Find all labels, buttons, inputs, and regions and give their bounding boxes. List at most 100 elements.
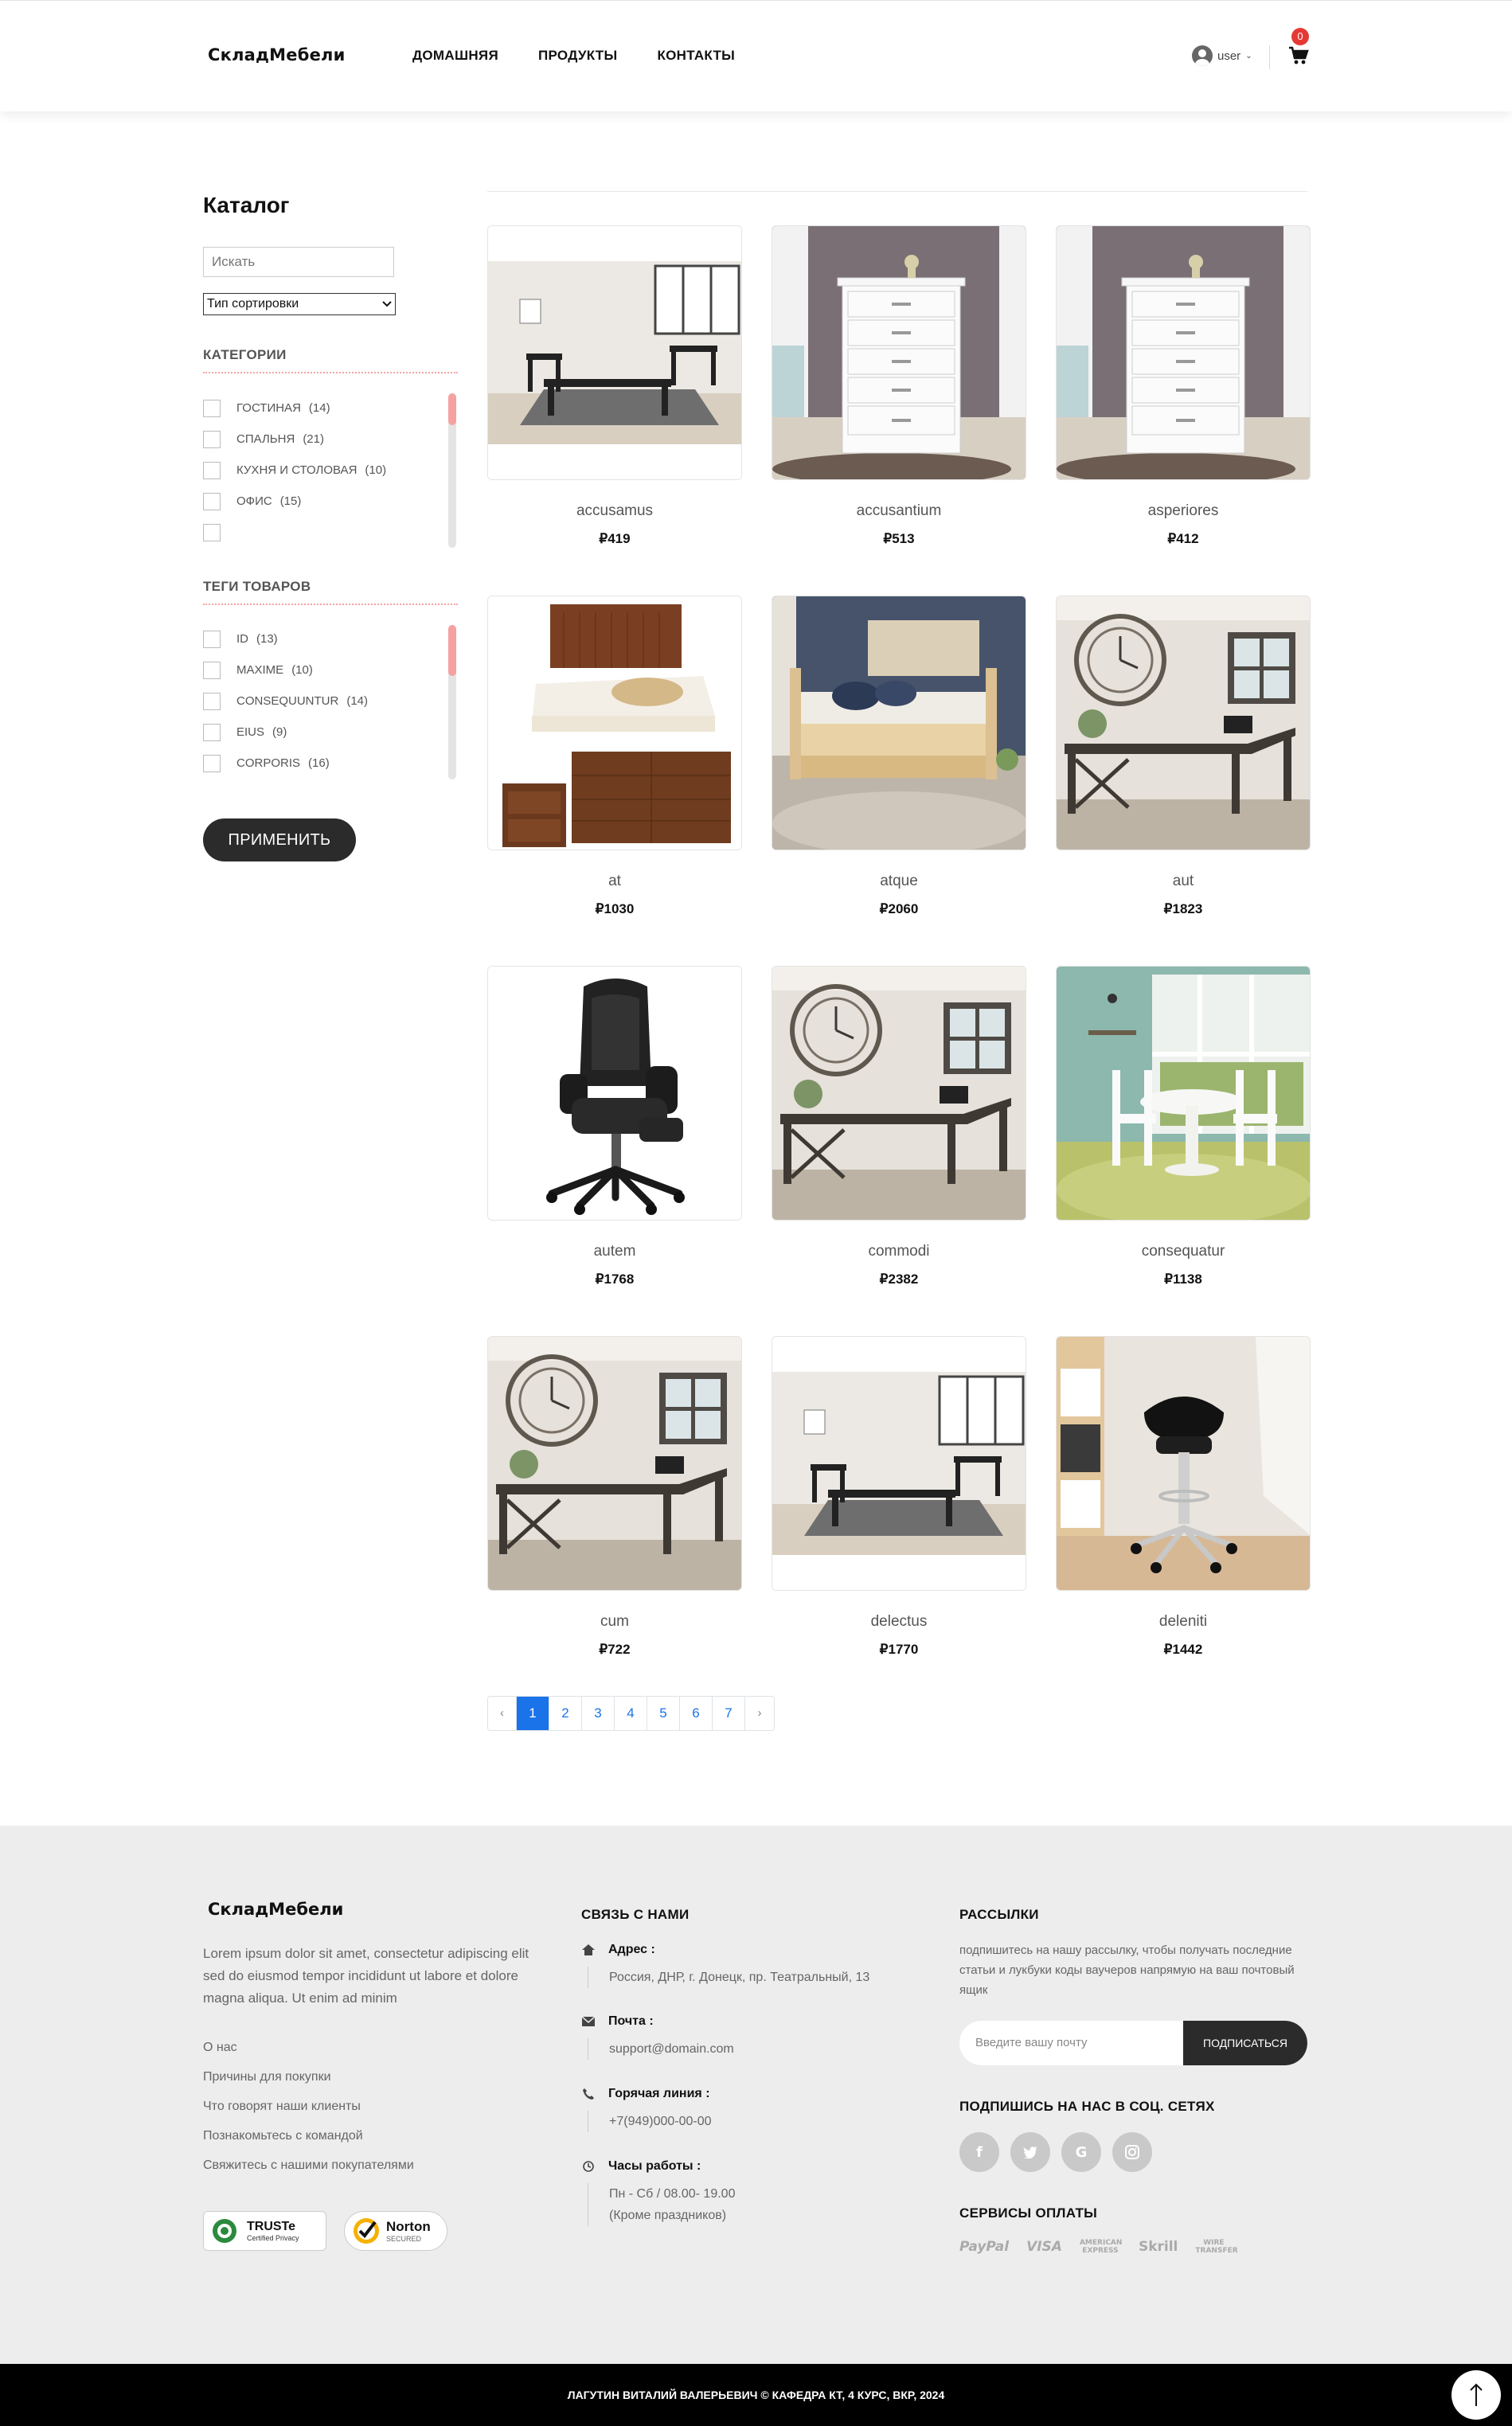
page-link-7[interactable]: 7: [713, 1697, 745, 1730]
contact-phone-value[interactable]: +7(949)000-00-00: [588, 2111, 712, 2132]
tag-checkbox[interactable]: [203, 692, 221, 710]
tag-item[interactable]: CONSEQUUNTUR (14): [203, 686, 442, 717]
product-image[interactable]: [772, 225, 1026, 480]
product-card[interactable]: cum ₽722: [487, 1336, 742, 1658]
pagination-next[interactable]: ›: [745, 1697, 774, 1730]
tag-checkbox[interactable]: [203, 630, 221, 648]
category-checkbox[interactable]: [203, 399, 221, 417]
category-checkbox[interactable]: [203, 430, 221, 448]
product-image[interactable]: [772, 596, 1026, 850]
contact-phone: Горячая линия : +7(949)000-00-00: [581, 2087, 712, 2132]
tag-checkbox[interactable]: [203, 661, 221, 679]
product-image[interactable]: [487, 1336, 742, 1591]
cart-icon[interactable]: [1288, 45, 1309, 66]
contact-address-value: Россия, ДНР, г. Донецк, пр. Театральный,…: [588, 1967, 869, 1988]
contact-mail-value[interactable]: support@domain.com: [588, 2038, 734, 2060]
product-card[interactable]: delectus ₽1770: [772, 1336, 1026, 1658]
product-image[interactable]: [1056, 596, 1311, 850]
back-to-top-button[interactable]: [1451, 2370, 1501, 2420]
product-image[interactable]: [487, 596, 742, 850]
product-name[interactable]: atque: [772, 873, 1026, 890]
pagination-prev[interactable]: ‹: [488, 1697, 517, 1730]
product-image[interactable]: [1056, 1336, 1311, 1591]
search-input[interactable]: [203, 247, 394, 277]
product-card[interactable]: aut ₽1823: [1056, 596, 1311, 917]
footer-link[interactable]: Познакомьтесь с командой: [203, 2129, 414, 2158]
nav-products[interactable]: ПРОДУКТЫ: [538, 48, 617, 64]
footer-link[interactable]: Свяжитесь с нашими покупателями: [203, 2158, 414, 2188]
tag-checkbox[interactable]: [203, 723, 221, 741]
product-name[interactable]: deleniti: [1056, 1613, 1311, 1631]
product-name[interactable]: autem: [487, 1243, 742, 1260]
product-name[interactable]: accusantium: [772, 502, 1026, 520]
product-card[interactable]: atque ₽2060: [772, 596, 1026, 917]
product-name[interactable]: at: [487, 873, 742, 890]
product-name[interactable]: cum: [487, 1613, 742, 1631]
tag-item[interactable]: ID (13): [203, 623, 442, 654]
product-name[interactable]: aut: [1056, 873, 1311, 890]
page-link-1[interactable]: 1: [517, 1697, 549, 1730]
category-checkbox[interactable]: [203, 492, 221, 510]
tag-item[interactable]: MAXIME (10): [203, 654, 442, 686]
product-card[interactable]: asperiores ₽412: [1056, 225, 1311, 547]
category-item[interactable]: ОФИС (15): [203, 486, 442, 517]
product-image[interactable]: [487, 225, 742, 480]
product-name[interactable]: delectus: [772, 1613, 1026, 1631]
apply-filter-button[interactable]: ПРИМЕНИТЬ: [203, 818, 356, 861]
tag-scroll-thumb[interactable]: [448, 625, 456, 676]
nav-home[interactable]: ДОМАШНЯЯ: [412, 48, 498, 64]
sort-select[interactable]: Тип сортировки: [203, 293, 396, 315]
product-image[interactable]: [772, 1336, 1026, 1591]
norton-title: Norton: [386, 2219, 431, 2234]
page-link-2[interactable]: 2: [549, 1697, 582, 1730]
newsletter-email-input[interactable]: Введите вашу почту: [975, 2021, 1088, 2065]
subscribe-button[interactable]: ПОДПИСАТЬСЯ: [1183, 2021, 1307, 2065]
facebook-icon[interactable]: f: [959, 2132, 999, 2172]
main-nav: ДОМАШНЯЯ ПРОДУКТЫ КОНТАКТЫ: [412, 48, 735, 64]
category-item[interactable]: КУХНЯ И СТОЛОВАЯ (10): [203, 455, 442, 486]
product-image[interactable]: [1056, 225, 1311, 480]
twitter-icon[interactable]: [1010, 2132, 1050, 2172]
user-menu[interactable]: user ⌄: [1192, 45, 1252, 66]
footer-link[interactable]: О нас: [203, 2041, 414, 2070]
footer-link[interactable]: Что говорят наши клиенты: [203, 2100, 414, 2129]
tag-item[interactable]: CORPORIS (16): [203, 748, 442, 779]
page-link-6[interactable]: 6: [680, 1697, 713, 1730]
footer-links: О нас Причины для покупки Что говорят на…: [203, 2041, 414, 2188]
category-item[interactable]: [203, 517, 442, 548]
page-link-3[interactable]: 3: [582, 1697, 615, 1730]
product-card[interactable]: deleniti ₽1442: [1056, 1336, 1311, 1658]
nav-contacts[interactable]: КОНТАКТЫ: [657, 48, 735, 64]
product-card[interactable]: commodi ₽2382: [772, 966, 1026, 1287]
tag-scrollbar[interactable]: [448, 625, 456, 779]
product-card[interactable]: autem ₽1768: [487, 966, 742, 1287]
category-item[interactable]: СПАЛЬНЯ (21): [203, 424, 442, 455]
page-link-4[interactable]: 4: [615, 1697, 647, 1730]
footer-logo[interactable]: СкладМебели: [208, 1900, 343, 1919]
category-checkbox[interactable]: [203, 523, 221, 541]
product-image[interactable]: [487, 966, 742, 1221]
product-card[interactable]: consequatur ₽1138: [1056, 966, 1311, 1287]
category-item[interactable]: ГОСТИНАЯ (14): [203, 393, 442, 424]
user-icon: [1192, 45, 1213, 66]
product-card[interactable]: at ₽1030: [487, 596, 742, 917]
product-image[interactable]: [772, 966, 1026, 1221]
product-name[interactable]: consequatur: [1056, 1243, 1311, 1260]
instagram-icon[interactable]: [1112, 2132, 1152, 2172]
category-checkbox[interactable]: [203, 461, 221, 479]
page-link-5[interactable]: 5: [647, 1697, 680, 1730]
product-name[interactable]: commodi: [772, 1243, 1026, 1260]
category-scrollbar[interactable]: [448, 393, 456, 548]
footer-link[interactable]: Причины для покупки: [203, 2070, 414, 2100]
product-card[interactable]: accusantium ₽513: [772, 225, 1026, 547]
site-logo[interactable]: СкладМебели: [208, 45, 346, 64]
tag-checkbox[interactable]: [203, 754, 221, 772]
google-icon[interactable]: G: [1061, 2132, 1101, 2172]
product-name[interactable]: accusamus: [487, 502, 742, 520]
product-card[interactable]: accusamus ₽419: [487, 225, 742, 547]
product-name[interactable]: asperiores: [1056, 502, 1311, 520]
contact-hours: Часы работы : Пн - Сб / 08.00- 19.00 (Кр…: [581, 2159, 735, 2226]
tag-item[interactable]: EIUS (9): [203, 717, 442, 748]
category-scroll-thumb[interactable]: [448, 393, 456, 425]
product-image[interactable]: [1056, 966, 1311, 1221]
